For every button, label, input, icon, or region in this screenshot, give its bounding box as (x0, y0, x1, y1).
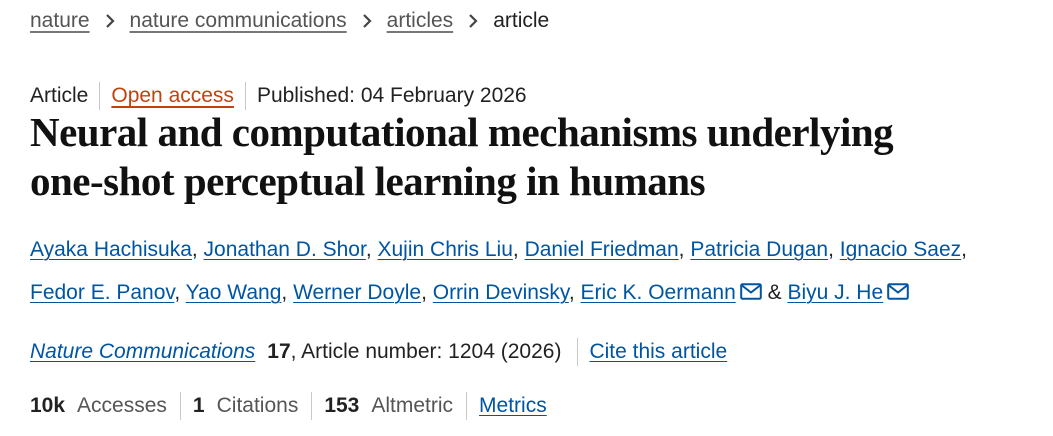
divider (577, 338, 579, 366)
author-link[interactable]: Orrin Devinsky (433, 281, 569, 304)
author-separator: , (421, 281, 433, 304)
cite-this-article-link[interactable]: Cite this article (589, 340, 727, 364)
divider (311, 392, 313, 420)
author-separator: , (281, 281, 294, 304)
divider (244, 82, 246, 110)
accesses-count: 10k (30, 394, 66, 417)
journal-volume: 17 (267, 340, 291, 363)
author-separator: , (678, 238, 691, 261)
metrics-bar: 10k Accesses 1 Citations 153 Altmetric M… (30, 390, 547, 422)
breadcrumb-link-nature-communications[interactable]: nature communications (130, 9, 347, 33)
breadcrumb: nature nature communications articles ar… (30, 6, 549, 36)
author-link[interactable]: Xujin Chris Liu (378, 238, 513, 261)
author-separator: , (191, 238, 204, 261)
author-separator: , (568, 281, 581, 304)
breadcrumb-link-articles[interactable]: articles (387, 9, 454, 33)
breadcrumb-link-nature[interactable]: nature (30, 9, 90, 33)
author-link[interactable]: Werner Doyle (293, 281, 421, 304)
author-link-corresponding[interactable]: Eric K. Oermann (581, 281, 736, 304)
metrics-link[interactable]: Metrics (479, 394, 547, 418)
divider (99, 82, 101, 110)
author-link[interactable]: Ignacio Saez (840, 238, 961, 261)
author-separator: , (828, 238, 840, 261)
author-link[interactable]: Yao Wang (186, 281, 282, 304)
author-separator: , (512, 238, 525, 261)
author-separator: , (174, 281, 186, 304)
article-type: Article (30, 84, 89, 107)
chevron-right-icon (105, 14, 115, 28)
article-title-line: Neural and computational mechanisms unde… (30, 109, 894, 155)
author-link[interactable]: Daniel Friedman (525, 238, 679, 261)
author-separator: , (365, 238, 378, 261)
author-link[interactable]: Jonathan D. Shor (204, 238, 366, 261)
mail-icon[interactable] (739, 283, 762, 300)
author-link[interactable]: Ayaka Hachisuka (30, 238, 192, 261)
chevron-right-icon (362, 14, 372, 28)
published-date: Published: 04 February 2026 (256, 84, 527, 107)
open-access-link[interactable]: Open access (111, 84, 234, 108)
altmetric-score: 153 (324, 394, 360, 417)
divider (466, 392, 468, 420)
author-separator: , (961, 238, 968, 261)
breadcrumb-current: article (493, 9, 550, 32)
article-title: Neural and computational mechanisms unde… (30, 108, 1030, 206)
author-separator: & (761, 281, 788, 304)
chevron-right-icon (469, 14, 478, 28)
mail-icon[interactable] (887, 283, 909, 300)
article-title-line: one-shot perceptual learning in humans (30, 158, 706, 204)
author-list: Ayaka Hachisuka, Jonathan D. Shor, Xujin… (30, 228, 1025, 314)
divider (179, 392, 181, 420)
altmetric-label: Altmetric (371, 394, 454, 417)
author-link[interactable]: Patricia Dugan (690, 238, 828, 261)
article-meta: Article Open access Published: 04 Februa… (30, 81, 527, 111)
accesses-label: Accesses (77, 394, 167, 417)
author-link-corresponding[interactable]: Biyu J. He (787, 281, 883, 304)
citations-count: 1 (192, 394, 205, 417)
author-link[interactable]: Fedor E. Panov (30, 281, 174, 304)
journal-link[interactable]: Nature Communications (30, 340, 255, 364)
article-number: , Article number: 1204 (2026) (290, 340, 562, 363)
citations-label: Citations (216, 394, 299, 417)
citation-line: Nature Communications 17, Article number… (30, 336, 727, 368)
